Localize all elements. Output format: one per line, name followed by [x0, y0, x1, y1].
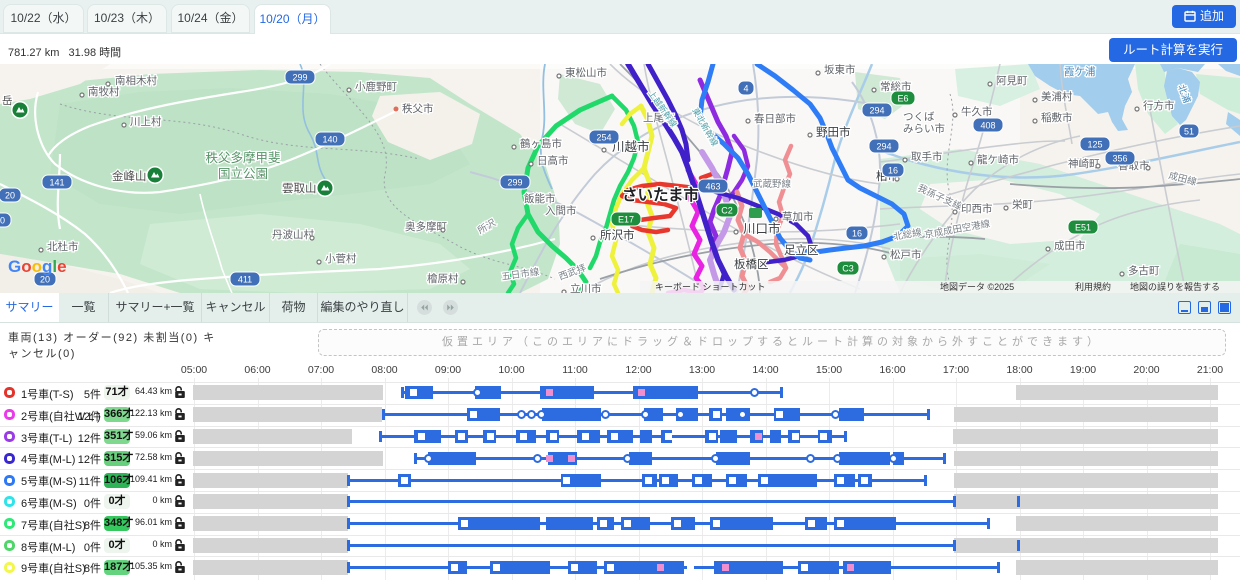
svg-text:地図の誤りを報告する: 地図の誤りを報告する: [1130, 281, 1220, 292]
svg-text:地図データ ©2025: 地図データ ©2025: [940, 281, 1014, 292]
svg-text:4: 4: [743, 84, 748, 94]
svg-text:299: 299: [292, 73, 307, 83]
svg-text:丹波山村: 丹波山村: [272, 228, 314, 241]
svg-text:E6: E6: [897, 94, 908, 104]
svg-text:金峰山: 金峰山: [112, 169, 147, 183]
svg-text:美浦村: 美浦村: [1041, 90, 1073, 103]
svg-text:294: 294: [876, 142, 891, 152]
svg-text:254: 254: [596, 133, 611, 143]
svg-text:国立公園: 国立公園: [218, 166, 268, 181]
svg-text:E17: E17: [618, 215, 634, 225]
svg-text:入間市: 入間市: [545, 204, 577, 217]
svg-text:南相木村: 南相木村: [115, 74, 157, 87]
svg-text:125: 125: [1087, 140, 1102, 150]
svg-text:利用規約: 利用規約: [1075, 281, 1111, 292]
svg-text:C2: C2: [721, 206, 733, 216]
svg-text:20: 20: [40, 275, 50, 285]
svg-text:20: 20: [5, 191, 15, 201]
svg-text:牛久市: 牛久市: [961, 105, 993, 118]
svg-text:つくば: つくば: [903, 111, 935, 123]
svg-text:141: 141: [49, 178, 64, 188]
svg-text:小鹿野町: 小鹿野町: [355, 80, 397, 93]
svg-text:51: 51: [1184, 127, 1194, 137]
svg-text:Google: Google: [8, 257, 67, 276]
svg-text:春日部市: 春日部市: [754, 112, 796, 125]
svg-text:鶴ヶ島市: 鶴ヶ島市: [520, 137, 562, 150]
svg-text:所沢市: 所沢市: [600, 228, 635, 242]
svg-text:408: 408: [980, 121, 995, 131]
svg-text:川上村: 川上村: [130, 115, 162, 128]
svg-text:立川市: 立川市: [570, 282, 602, 293]
svg-text:16: 16: [852, 229, 862, 239]
svg-text:秩父市: 秩父市: [402, 102, 434, 115]
svg-text:岳: 岳: [2, 95, 13, 107]
svg-text:野田市: 野田市: [816, 125, 851, 139]
svg-text:多古町: 多古町: [1128, 264, 1160, 277]
svg-text:みらい市: みらい市: [903, 122, 945, 135]
svg-text:さいたま市: さいたま市: [622, 185, 700, 204]
svg-text:小菅村: 小菅村: [325, 252, 357, 265]
svg-text:板橋区: 板橋区: [734, 257, 769, 271]
svg-text:飯能市: 飯能市: [524, 192, 556, 205]
svg-text:神崎町: 神崎町: [1068, 157, 1100, 170]
svg-text:武蔵野線: 武蔵野線: [753, 178, 792, 190]
svg-text:霞ケ浦: 霞ケ浦: [1064, 65, 1096, 78]
svg-text:坂東市: 坂東市: [824, 64, 856, 76]
svg-text:16: 16: [888, 166, 898, 176]
svg-text:龍ケ崎市: 龍ケ崎市: [977, 153, 1019, 166]
svg-text:411: 411: [238, 275, 252, 285]
svg-text:稲敷市: 稲敷市: [1041, 111, 1073, 124]
svg-text:松戸市: 松戸市: [890, 248, 922, 261]
svg-text:檜原村: 檜原村: [427, 272, 459, 285]
svg-text:栄町: 栄町: [1012, 198, 1034, 211]
svg-text:阿見町: 阿見町: [996, 75, 1028, 87]
svg-text:川口市: 川口市: [743, 221, 781, 236]
svg-text:20: 20: [0, 216, 5, 226]
svg-text:294: 294: [869, 106, 884, 116]
svg-text:草加市: 草加市: [782, 210, 814, 223]
svg-text:行方市: 行方市: [1143, 99, 1175, 112]
svg-text:キーボード ショートカット: キーボード ショートカット: [655, 282, 766, 292]
svg-text:299: 299: [507, 178, 522, 188]
svg-text:北杜市: 北杜市: [47, 240, 79, 253]
svg-text:成田市: 成田市: [1054, 239, 1086, 252]
svg-text:雲取山: 雲取山: [282, 182, 317, 195]
svg-text:印西市: 印西市: [961, 202, 993, 215]
svg-text:足立区: 足立区: [784, 243, 819, 257]
svg-text:南牧村: 南牧村: [88, 85, 120, 98]
svg-text:463: 463: [705, 182, 720, 192]
svg-text:日高市: 日高市: [537, 154, 569, 167]
svg-text:E51: E51: [1075, 223, 1091, 233]
svg-text:140: 140: [322, 135, 337, 145]
svg-text:秩父多摩甲斐: 秩父多摩甲斐: [205, 150, 280, 165]
svg-text:C3: C3: [842, 264, 854, 274]
svg-text:356: 356: [1112, 154, 1127, 164]
svg-text:東松山市: 東松山市: [565, 66, 607, 79]
svg-text:取手市: 取手市: [911, 150, 943, 163]
